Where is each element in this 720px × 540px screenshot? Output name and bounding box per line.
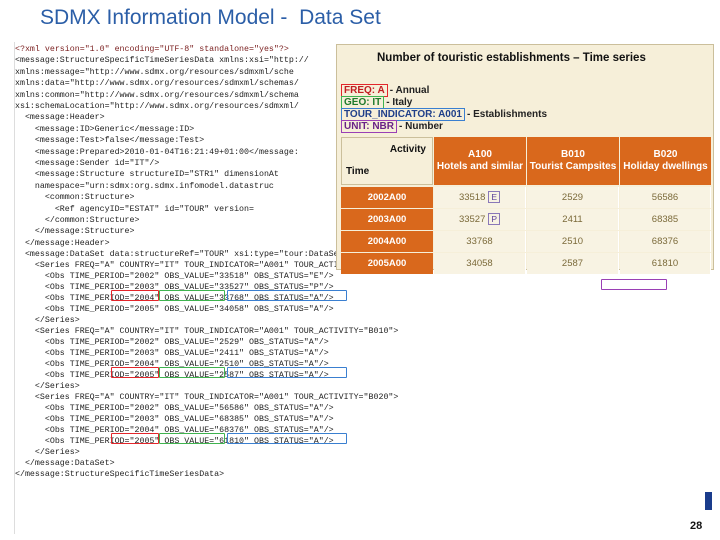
xml-line: <?xml version="1.0" encoding="UTF-8" sta… <box>15 45 289 54</box>
column-header-b020: B020 Holiday dwellings <box>620 137 711 185</box>
column-label: Hotels and similar <box>436 161 524 172</box>
tour-indicator-value: - Establishments <box>466 109 548 120</box>
geo-value: - Italy <box>386 97 413 108</box>
xml-line: <Obs TIME_PERIOD="2002" OBS_VALUE="56586… <box>15 404 334 414</box>
cell-value: 33518 E <box>434 187 526 208</box>
column-code: A100 <box>468 149 492 160</box>
corner-header: Activity Time <box>341 137 433 185</box>
xml-line: xmlns:data="http://www.sdmx.org/resource… <box>15 79 299 89</box>
xml-line: </message:Header> <box>15 238 110 248</box>
table-title: Number of touristic establishments – Tim… <box>377 52 646 64</box>
xml-line: <message:Prepared>2010-01-04T16:21:49+01… <box>15 147 299 157</box>
column-label: Tourist Campsites <box>529 161 617 172</box>
xml-line: </message:DataSet> <box>15 459 115 469</box>
cell-value: 2411 <box>527 209 619 230</box>
xml-line: </Series> <box>15 382 80 392</box>
table-row: 2005A00 34058 2587 61810 <box>341 253 711 274</box>
accent-bar <box>705 492 712 510</box>
corner-time: Time <box>346 166 370 177</box>
status-flag: P <box>488 213 501 225</box>
xml-line: <Obs TIME_PERIOD="2005" OBS_VALUE="34058… <box>15 305 334 315</box>
unit-meta: UNIT: NBR - Number <box>341 120 443 134</box>
table-row: 2003A00 33527 P 2411 68385 <box>341 209 711 230</box>
series3-freq-highlight <box>111 433 159 444</box>
xml-line: <Obs TIME_PERIOD="2003" OBS_VALUE="2411"… <box>15 349 329 359</box>
cell-value: 2587 <box>527 253 619 274</box>
column-header-b010: B010 Tourist Campsites <box>527 137 619 185</box>
xml-line: <Obs TIME_PERIOD="2003" OBS_VALUE="68385… <box>15 415 334 425</box>
series1-indicator-highlight <box>227 290 347 301</box>
column-label: Holiday dwellings <box>623 161 708 172</box>
page-number: 28 <box>690 520 703 532</box>
cell-value: 68376 <box>620 231 711 252</box>
corner-activity: Activity <box>389 144 426 155</box>
series1-country-highlight <box>159 290 225 301</box>
xml-line: <message:Structure structureID="STR1" di… <box>15 170 279 180</box>
status-flag: E <box>488 191 501 203</box>
xml-line: <Ref agencyID="ESTAT" id="TOUR" version= <box>15 204 254 214</box>
row-period: 2004A00 <box>341 231 433 252</box>
cell-value: 33527 P <box>434 209 526 230</box>
slide-title: SDMX Information Model - Data Set <box>40 6 381 29</box>
series2-country-highlight <box>159 367 225 378</box>
xml-line: <message:Header> <box>15 113 105 123</box>
dataset-unit-highlight <box>601 279 667 290</box>
xml-line: <Obs TIME_PERIOD="2002" OBS_VALUE="33518… <box>15 272 334 282</box>
row-period: 2005A00 <box>341 253 433 274</box>
xml-line: xmlns:common="http://www.sdmx.org/resour… <box>15 90 299 100</box>
xml-line: </message:StructureSpecificTimeSeriesDat… <box>15 470 225 480</box>
xml-line: xmlns:message="http://www.sdmx.org/resou… <box>15 67 294 77</box>
row-period: 2002A00 <box>341 187 433 208</box>
cell-value: 61810 <box>620 253 711 274</box>
cell-value: 2529 <box>527 187 619 208</box>
xml-line: </Series> <box>15 316 80 326</box>
freq-value: - Annual <box>389 85 430 96</box>
column-code: B020 <box>653 149 678 160</box>
xml-line: <message:Sender id="IT"/> <box>15 159 160 168</box>
series2-indicator-highlight <box>227 367 347 378</box>
table-row: 2002A00 33518 E 2529 56586 <box>341 187 711 208</box>
series3-country-highlight <box>159 433 225 444</box>
xml-line: <message:Test>false</message:Test> <box>15 136 205 146</box>
series1-freq-highlight <box>111 290 159 301</box>
cell-value: 56586 <box>620 187 711 208</box>
xml-line: </common:Structure> <box>15 216 140 225</box>
unit-value: - Number <box>399 121 443 132</box>
xml-line: </Series> <box>15 448 80 458</box>
cell-value: 34058 <box>434 253 526 274</box>
row-period: 2003A00 <box>341 209 433 230</box>
cell-value: 33768 <box>434 231 526 252</box>
cell-value: 2510 <box>527 231 619 252</box>
column-header-a100: A100 Hotels and similar <box>434 137 526 185</box>
cell-value: 68385 <box>620 209 711 230</box>
series3-indicator-highlight <box>227 433 347 444</box>
xml-line: namespace="urn:sdmx:org.sdmx.infomodel.d… <box>15 181 274 191</box>
unit-key: UNIT: NBR <box>341 120 397 133</box>
table-row: 2004A00 33768 2510 68376 <box>341 231 711 252</box>
xml-line: </message:Structure> <box>15 227 135 237</box>
xml-line: <common:Structure> <box>15 193 135 203</box>
xml-line: <Series FREQ="A" COUNTRY="IT" TOUR_INDIC… <box>15 393 399 403</box>
xml-line: <message:StructureSpecificTimeSeriesData… <box>15 56 309 66</box>
xml-line: xsi:schemaLocation="http://www.sdmx.org/… <box>15 102 299 111</box>
xml-line: <Series FREQ="A" COUNTRY="IT" TOUR_INDIC… <box>15 327 399 337</box>
xml-line: <message:ID>Generic</message:ID> <box>15 124 195 134</box>
time-series-table: Number of touristic establishments – Tim… <box>336 44 714 274</box>
series2-freq-highlight <box>111 367 159 378</box>
xml-line: <Obs TIME_PERIOD="2002" OBS_VALUE="2529"… <box>15 338 329 348</box>
column-code: B010 <box>561 149 585 160</box>
